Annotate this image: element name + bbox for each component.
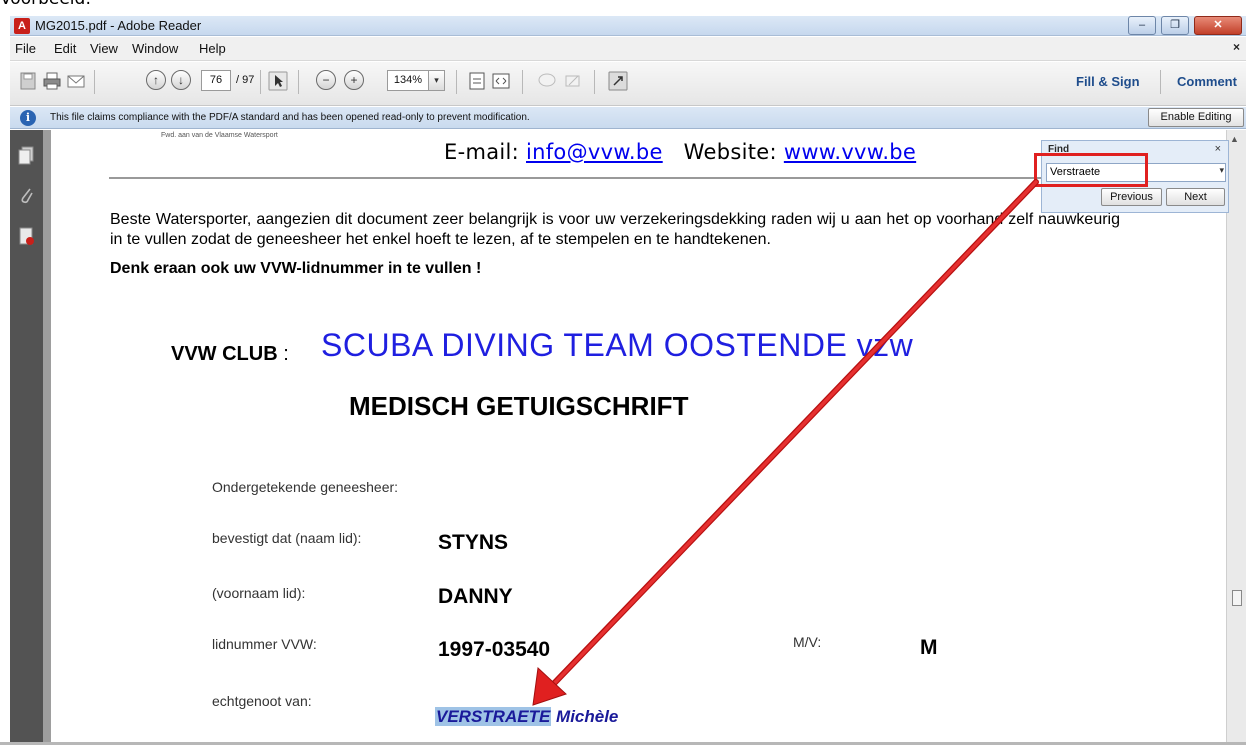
annotation-arrow <box>532 179 1039 706</box>
screenshot-frame: Voorbeeld: A MG2015.pdf - Adobe Reader ‒… <box>0 0 1246 745</box>
